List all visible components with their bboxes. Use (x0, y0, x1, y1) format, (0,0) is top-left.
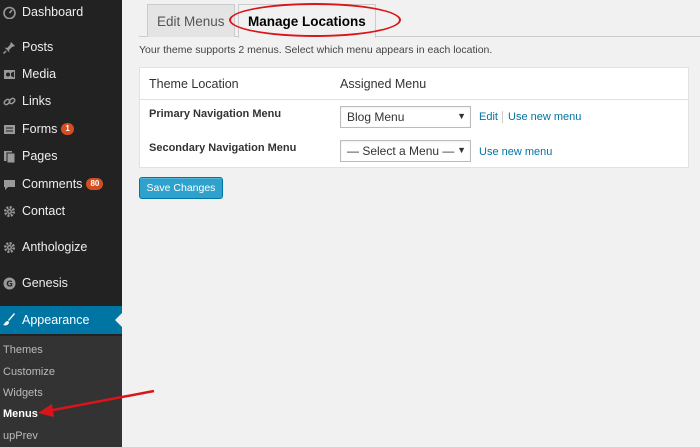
table-header: Theme Location Assigned Menu (140, 68, 688, 100)
link-icon (2, 94, 16, 108)
sidebar-item-label: Anthologize (22, 240, 88, 254)
admin-sidebar: Dashboard Posts Media Links Forms 1 Page… (0, 0, 122, 447)
submenu-menus[interactable]: Menus (3, 408, 38, 420)
tab-manage-locations[interactable]: Manage Locations (238, 4, 376, 38)
pages-icon (2, 149, 16, 163)
sidebar-item-appearance[interactable]: Appearance (0, 306, 122, 334)
active-indicator (115, 313, 122, 327)
main-content: Edit Menus Manage Locations Your theme s… (122, 0, 700, 447)
sidebar-item-genesis[interactable]: G Genesis (0, 270, 122, 296)
sidebar-item-label: Media (22, 67, 57, 81)
gear-icon (2, 240, 16, 254)
edit-menu-link[interactable]: Edit (479, 111, 498, 123)
sidebar-item-label: Appearance (22, 313, 90, 327)
sidebar-item-forms[interactable]: Forms 1 (0, 116, 122, 142)
sidebar-item-label: Contact (22, 204, 66, 218)
dashboard-icon (2, 5, 16, 19)
appearance-submenu: Themes Customize Widgets Menus upPrev (0, 336, 122, 447)
sidebar-item-comments[interactable]: Comments 80 (0, 171, 122, 197)
sidebar-item-links[interactable]: Links (0, 88, 122, 114)
sidebar-item-label: Posts (22, 40, 54, 54)
sidebar-item-label: Links (22, 94, 52, 108)
forms-count-badge: 1 (61, 123, 74, 135)
select-value: — Select a Menu — (347, 144, 455, 158)
sidebar-item-dashboard[interactable]: Dashboard (0, 0, 122, 25)
primary-menu-select[interactable]: Blog Menu ▼ (340, 106, 471, 128)
media-icon (2, 67, 16, 81)
sidebar-item-label: Pages (22, 149, 58, 163)
submenu-themes[interactable]: Themes (3, 344, 43, 356)
sidebar-item-anthologize[interactable]: Anthologize (0, 234, 122, 260)
gear-icon (2, 204, 16, 218)
intro-text: Your theme supports 2 menus. Select whic… (139, 44, 493, 56)
column-header-assigned: Assigned Menu (340, 77, 427, 91)
location-label-secondary: Secondary Navigation Menu (149, 142, 297, 154)
sidebar-item-pages[interactable]: Pages (0, 143, 122, 169)
svg-text:G: G (6, 279, 13, 288)
pin-icon (2, 40, 16, 54)
sidebar-item-label: Genesis (22, 276, 68, 290)
save-changes-button[interactable]: Save Changes (139, 177, 223, 199)
column-header-location: Theme Location (149, 77, 239, 91)
forms-icon (2, 122, 16, 136)
submenu-upprev[interactable]: upPrev (3, 430, 38, 442)
use-new-menu-link-secondary[interactable]: Use new menu (479, 146, 552, 158)
comment-icon (2, 177, 16, 191)
submenu-widgets[interactable]: Widgets (3, 387, 43, 399)
genesis-icon: G (2, 276, 16, 290)
link-separator (502, 111, 503, 123)
caret-down-icon: ▼ (457, 111, 466, 121)
sidebar-item-contact[interactable]: Contact (0, 198, 122, 224)
location-label-primary: Primary Navigation Menu (149, 108, 282, 120)
sidebar-item-label: Dashboard (22, 5, 84, 19)
comments-count-badge: 80 (86, 178, 104, 190)
submenu-customize[interactable]: Customize (3, 366, 55, 378)
sidebar-item-label: Forms (22, 122, 58, 136)
caret-down-icon: ▼ (457, 145, 466, 155)
sidebar-item-label: Comments (22, 177, 83, 191)
use-new-menu-link-primary[interactable]: Use new menu (508, 111, 581, 123)
select-value: Blog Menu (347, 110, 405, 124)
menu-locations-table: Theme Location Assigned Menu Primary Nav… (139, 67, 689, 168)
paintbrush-icon (2, 313, 16, 327)
sidebar-item-media[interactable]: Media (0, 61, 122, 87)
sidebar-item-posts[interactable]: Posts (0, 34, 122, 60)
secondary-menu-select[interactable]: — Select a Menu — ▼ (340, 140, 471, 162)
tab-edit-menus[interactable]: Edit Menus (147, 4, 235, 37)
